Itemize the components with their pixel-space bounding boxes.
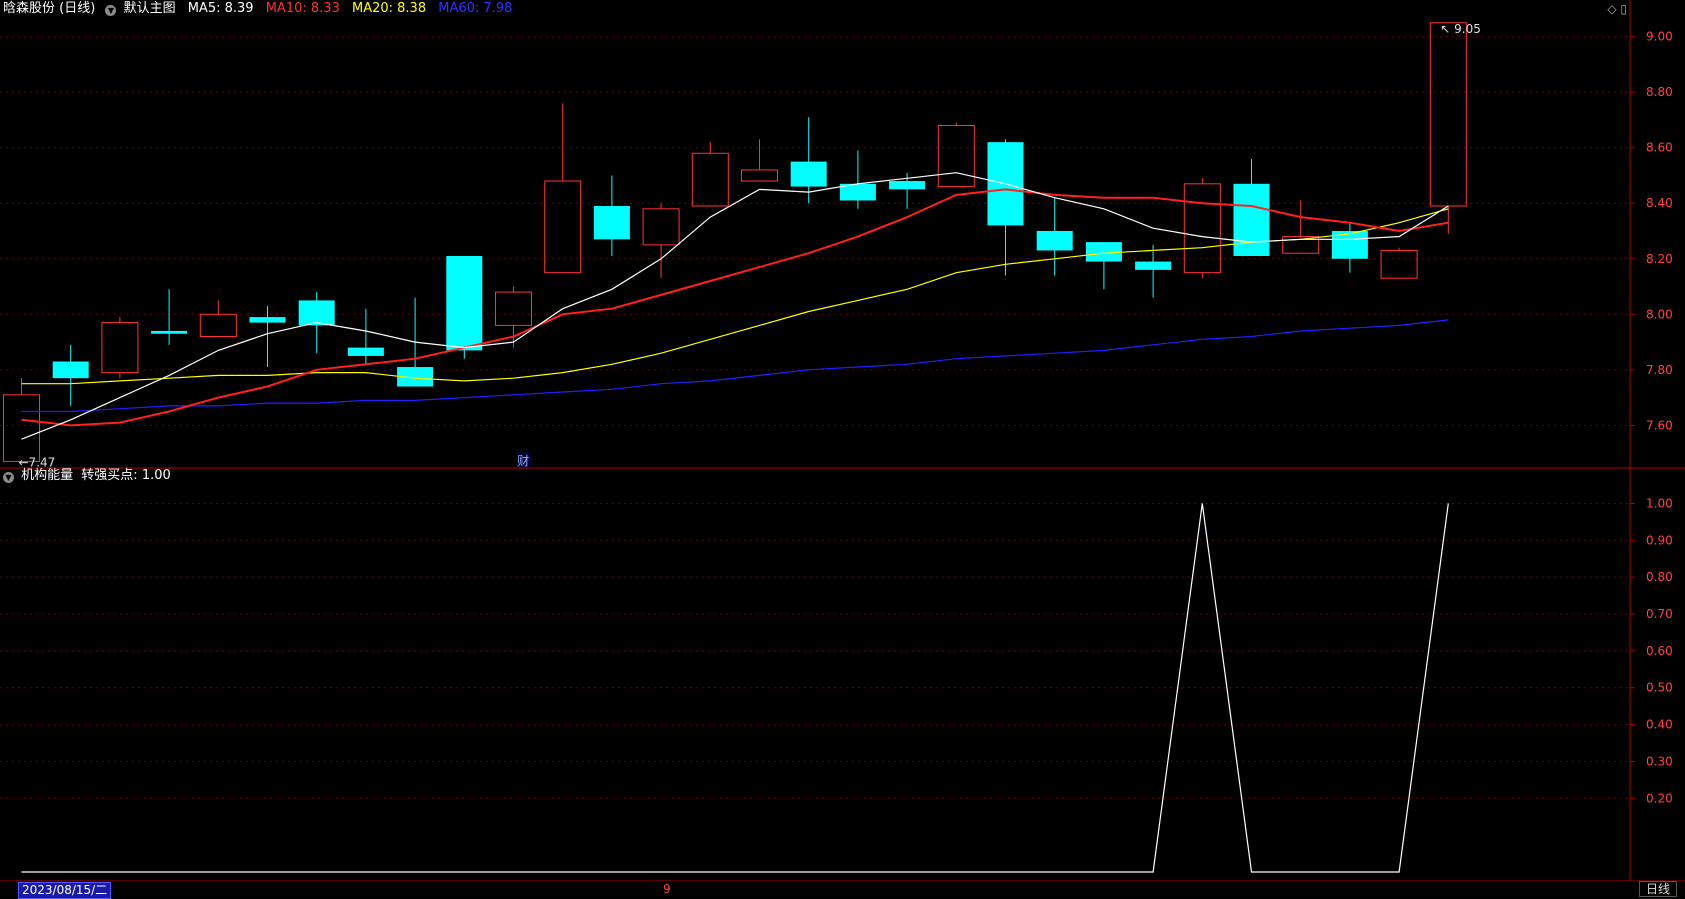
indicator-tick-label: 0.80	[1646, 570, 1673, 584]
candle-body	[495, 291, 532, 326]
candle	[1135, 244, 1172, 298]
candle	[839, 150, 876, 209]
candle	[593, 175, 630, 256]
month-marker: 9	[663, 882, 671, 896]
stock-chart: 9.00 8.80 8.60 8.40 8.20 8.00 7.80 7.60 1.00 0.90…	[0, 0, 1685, 882]
candle-body	[298, 300, 335, 326]
main-chart-header: 晗森股份 (日线) ▼ 默认主图 MA5: 8.39 MA10: 8.33 MA…	[3, 1, 512, 17]
period-tab[interactable]: 日线	[1638, 881, 1677, 897]
candle-body	[101, 322, 139, 374]
indicator-value: 1.00	[141, 468, 171, 483]
stock-title[interactable]: 晗森股份 (日线)	[3, 1, 95, 16]
candle-body	[1233, 183, 1270, 256]
candle	[691, 142, 729, 207]
price-tick-label: 8.80	[1646, 85, 1673, 99]
candle-body	[151, 330, 188, 334]
indicator-tick-label: 0.70	[1646, 607, 1673, 621]
ma10-label: MA10: 8.33	[265, 1, 340, 16]
price-tick-label: 8.00	[1646, 307, 1673, 321]
candle	[1085, 242, 1122, 290]
candle	[1331, 222, 1368, 273]
price-tick-label: 8.20	[1646, 252, 1673, 266]
indicator-tick-label: 1.00	[1646, 496, 1673, 510]
candle	[987, 139, 1024, 276]
diamond-icon[interactable]: ◇	[1607, 2, 1616, 16]
price-tick-label: 7.60	[1646, 418, 1673, 432]
template-name[interactable]: 默认主图	[124, 1, 176, 16]
ma20-label: MA20: 8.38	[351, 1, 427, 16]
ma60-label: MA60: 7.98	[438, 1, 513, 16]
indicator-tick-label: 0.20	[1646, 791, 1673, 805]
candle	[52, 344, 89, 406]
ma5-label: MA5: 8.39	[187, 1, 254, 16]
price-tick-label: 8.60	[1646, 141, 1673, 155]
candle-body	[1380, 249, 1418, 279]
indicator-name[interactable]: 机构能量	[21, 468, 73, 483]
price-tick-label: 7.80	[1646, 363, 1673, 377]
indicator-tick-label: 0.90	[1646, 533, 1673, 547]
ma60-line	[21, 319, 1449, 413]
ma5-value: 8.39	[224, 1, 254, 16]
candle	[1380, 247, 1418, 279]
candle	[1429, 22, 1467, 234]
candle-body	[446, 255, 483, 351]
candle-body	[1085, 242, 1122, 262]
indicator-tick-label: 0.50	[1646, 681, 1673, 695]
candle-body	[691, 152, 729, 207]
candle	[101, 317, 139, 379]
candle	[544, 103, 582, 274]
candle	[741, 139, 778, 182]
indicator-tick-label: 0.30	[1646, 754, 1673, 768]
candle-body	[937, 125, 975, 188]
ma20-value: 8.38	[397, 1, 427, 16]
candle	[249, 305, 286, 368]
candle	[937, 122, 975, 188]
candle	[1183, 178, 1221, 279]
indicator-header: ▼ 机构能量 转强买点: 1.00	[3, 468, 171, 484]
candle-body	[199, 313, 237, 338]
candle-body	[249, 317, 286, 323]
window-controls: ◇ ▯	[1607, 2, 1627, 16]
candle	[446, 255, 483, 359]
candle	[1036, 197, 1073, 276]
indicator-label: 转强买点:	[81, 468, 138, 483]
candle-body	[52, 361, 89, 379]
candle-body	[889, 181, 926, 190]
candle	[199, 300, 237, 338]
indicator-dropdown-icon[interactable]: ▼	[3, 472, 14, 483]
candle-body	[741, 169, 778, 182]
indicator-tick-label: 0.60	[1646, 644, 1673, 658]
bottom-bar	[0, 881, 1685, 897]
candle	[347, 308, 384, 365]
candle-body	[1135, 261, 1172, 270]
candle	[151, 289, 188, 345]
candle-body	[1429, 22, 1467, 207]
candle-body	[544, 180, 582, 274]
candle-body	[347, 347, 384, 356]
candle-body	[3, 394, 40, 462]
candle-body	[642, 208, 680, 246]
candle-body	[790, 161, 827, 187]
candle-body	[593, 206, 630, 240]
price-tick-label: 9.00	[1646, 30, 1673, 44]
candle-body	[1036, 231, 1073, 251]
price-tick-label: 8.40	[1646, 196, 1673, 210]
fin-marker: 财	[517, 454, 529, 468]
high-price-label: ↖ 9.05	[1440, 22, 1481, 36]
template-dropdown-icon[interactable]: ▼	[105, 5, 117, 16]
ma60-value: 7.98	[483, 1, 513, 16]
indicator-tick-label: 0.40	[1646, 718, 1673, 732]
candle	[1282, 200, 1320, 254]
panel-toggle-icon[interactable]: ▯	[1620, 2, 1627, 16]
date-readout: 2023/08/15/二	[18, 882, 112, 899]
ma10-value: 8.33	[310, 1, 340, 16]
candle-body	[1183, 183, 1221, 274]
